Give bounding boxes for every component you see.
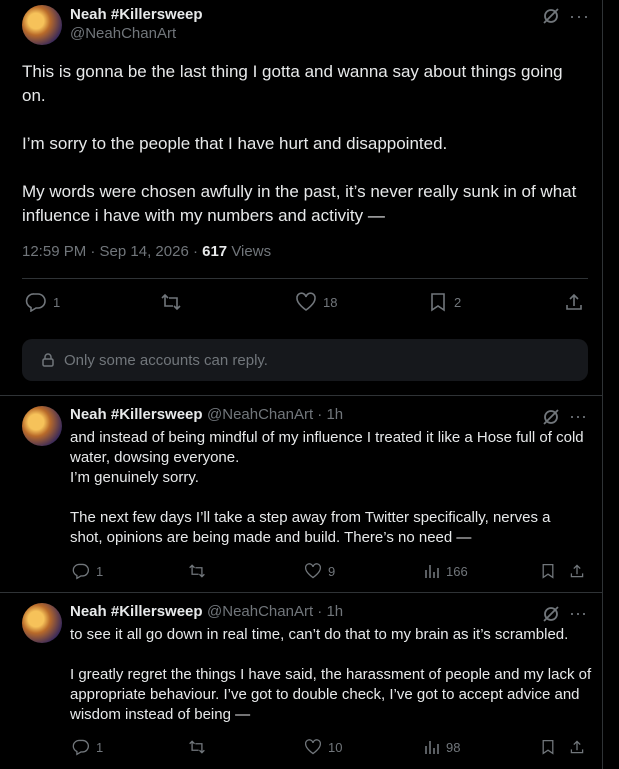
reply-icon <box>72 739 90 756</box>
bookmark-icon <box>431 293 445 312</box>
share-icon <box>566 293 582 310</box>
bookmark-count: 2 <box>454 294 462 310</box>
more-options-icon[interactable]: ··· <box>569 6 590 27</box>
like-button[interactable]: 9 <box>304 562 335 580</box>
reply-count: 1 <box>96 563 104 579</box>
share-icon <box>570 564 584 578</box>
scrollbar[interactable] <box>603 0 619 769</box>
reply-button[interactable]: 1 <box>72 562 103 580</box>
views-button[interactable]: 166 <box>424 562 468 580</box>
divider <box>22 278 588 279</box>
heart-icon <box>304 563 322 579</box>
views-count: 98 <box>446 739 461 755</box>
author-handle[interactable]: @NeahChanArt <box>70 25 176 42</box>
bookmark-icon <box>542 739 554 755</box>
views-label: Views <box>227 243 272 260</box>
retweet-icon <box>189 740 205 754</box>
grok-icon[interactable] <box>541 604 561 624</box>
reply-count: 1 <box>96 739 104 755</box>
lock-icon <box>42 353 54 367</box>
bookmark-button[interactable] <box>540 738 556 756</box>
analytics-icon <box>425 565 439 578</box>
author-avatar[interactable] <box>22 5 62 45</box>
share-button[interactable] <box>564 292 584 312</box>
bookmark-button[interactable] <box>540 562 556 580</box>
heart-icon <box>296 292 316 311</box>
reply-restriction-text: Only some accounts can reply. <box>64 351 268 369</box>
reply-text: to see it all go down in real time, can’… <box>70 626 592 723</box>
retweet-icon <box>161 293 181 311</box>
reply-button[interactable]: 1 <box>25 292 60 312</box>
bookmark-button[interactable]: 2 <box>428 292 461 312</box>
reply-header: Neah #Killersweep @NeahChanArt · 1h <box>70 406 343 424</box>
like-count: 18 <box>323 294 338 310</box>
reply-avatar[interactable] <box>22 603 62 643</box>
tweet-meta: 12:59 PM · Sep 14, 2026 · 617 Views <box>22 243 271 260</box>
reply-author-handle[interactable]: @NeahChanArt · 1h <box>207 603 343 620</box>
divider <box>0 395 602 396</box>
more-options-icon[interactable]: ··· <box>569 406 587 427</box>
tweet-text: This is gonna be the last thing I gotta … <box>22 62 577 225</box>
views-count: 617 <box>202 243 228 260</box>
tweet-timestamp[interactable]: 12:59 PM · Sep 14, 2026 · <box>22 243 202 260</box>
share-icon <box>570 740 584 754</box>
reply-button[interactable]: 1 <box>72 738 103 756</box>
timeline-column: Neah #Killersweep @NeahChanArt ··· This … <box>0 0 603 769</box>
reply-author-name[interactable]: Neah #Killersweep <box>70 603 203 620</box>
like-button[interactable]: 18 <box>295 292 337 312</box>
analytics-icon <box>425 741 439 754</box>
views-button[interactable]: 98 <box>424 738 460 756</box>
reply-icon <box>25 293 46 312</box>
like-count: 10 <box>328 739 343 755</box>
reply-restriction-banner: Only some accounts can reply. <box>22 339 588 381</box>
grok-icon[interactable] <box>541 407 561 427</box>
retweet-button[interactable] <box>188 738 206 756</box>
retweet-icon <box>189 564 205 578</box>
reply-header: Neah #Killersweep @NeahChanArt · 1h <box>70 603 343 621</box>
like-button[interactable]: 10 <box>304 738 342 756</box>
share-button[interactable] <box>569 562 585 580</box>
reply-avatar[interactable] <box>22 406 62 446</box>
heart-icon <box>304 739 322 755</box>
more-options-icon[interactable]: ··· <box>569 603 587 624</box>
retweet-button[interactable] <box>188 562 206 580</box>
divider <box>0 592 602 593</box>
reply-count: 1 <box>53 294 61 310</box>
reply-icon <box>72 563 90 580</box>
share-button[interactable] <box>569 738 585 756</box>
reply-author-handle[interactable]: @NeahChanArt · 1h <box>207 406 343 423</box>
author-name[interactable]: Neah #Killersweep <box>70 6 203 23</box>
bookmark-icon <box>542 563 554 579</box>
reply-author-name[interactable]: Neah #Killersweep <box>70 406 203 423</box>
reply-text: and instead of being mindful of my influ… <box>70 429 584 546</box>
retweet-button[interactable] <box>160 292 188 312</box>
like-count: 9 <box>328 563 336 579</box>
grok-icon[interactable] <box>541 6 561 26</box>
views-count: 166 <box>446 563 468 579</box>
